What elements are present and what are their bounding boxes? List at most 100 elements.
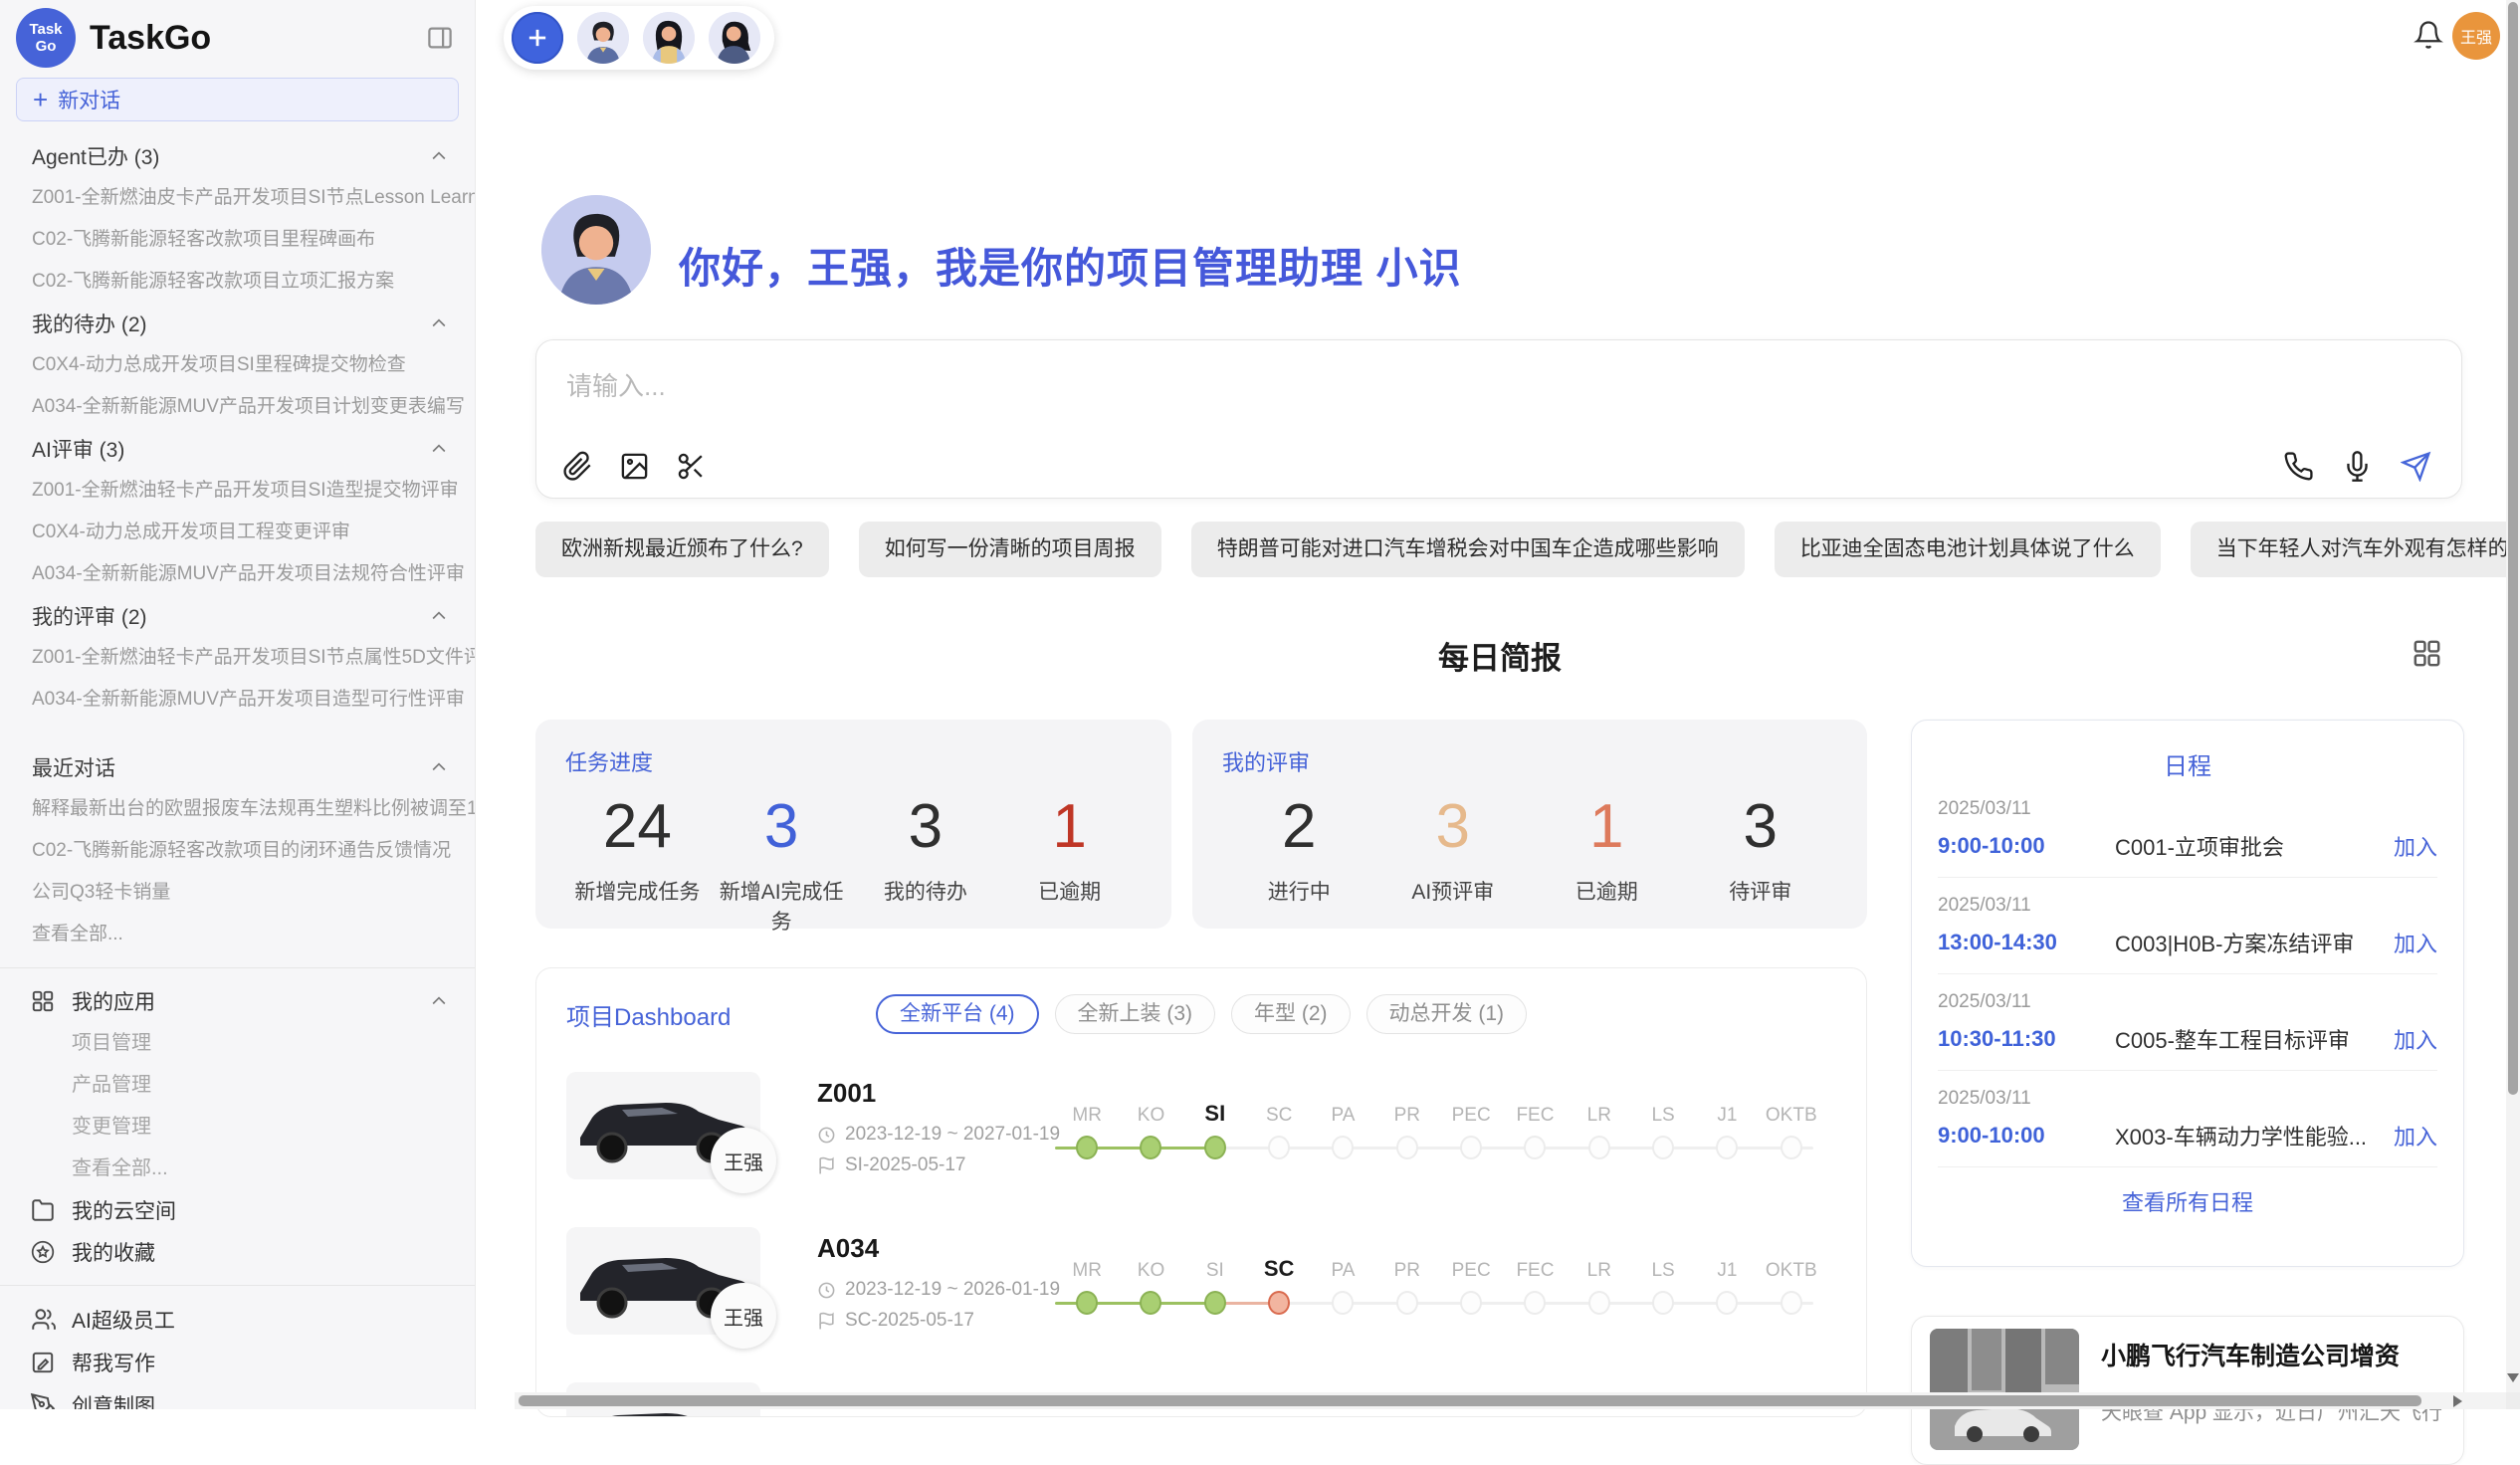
horizontal-scrollbar-thumb[interactable] <box>519 1395 2421 1406</box>
chevron-up-icon[interactable] <box>429 991 449 1011</box>
milestone-label: LR <box>1568 1096 1631 1127</box>
sidebar-item-cloud-space[interactable]: 我的云空间 <box>0 1189 475 1231</box>
metrics: 24新增完成任务 3新增AI完成任务 3我的待办 1已逾期 <box>565 791 1142 936</box>
chat-input[interactable] <box>564 364 2414 408</box>
sidebar-collapse-icon[interactable] <box>425 23 455 53</box>
sidebar-item-product-mgmt[interactable]: 产品管理 <box>0 1064 475 1106</box>
send-icon[interactable] <box>2401 451 2431 482</box>
sidebar-item[interactable]: C02-飞腾新能源轻客改款项目里程碑画布 <box>0 219 475 261</box>
metric-label: 我的待办 <box>854 876 998 906</box>
section-agent-done[interactable]: Agent已办 (3) <box>0 135 475 177</box>
milestone-node <box>1524 1136 1546 1159</box>
sidebar-item-creative-draw[interactable]: 创意制图 <box>0 1383 475 1409</box>
suggestion-chips: 欧洲新规最近颁布了什么? 如何写一份清晰的项目周报 特朗普可能对进口汽车增税会对… <box>535 522 2476 577</box>
sidebar-item[interactable]: A034-全新新能源MUV产品开发项目法规符合性评审 <box>0 553 475 595</box>
new-chat-button[interactable]: + 新对话 <box>16 78 459 121</box>
clock-icon <box>817 1281 836 1300</box>
sidebar-item-view-all-apps[interactable]: 查看全部... <box>0 1148 475 1189</box>
avatar[interactable] <box>577 12 629 64</box>
chevron-up-icon[interactable] <box>429 439 449 459</box>
project-row[interactable]: 王强 A034 2023-12-19 ~ 2026-01-19 SC-2025-… <box>566 1227 1836 1347</box>
chevron-up-icon[interactable] <box>429 146 449 166</box>
sidebar-item[interactable]: 查看全部... <box>0 914 475 955</box>
section-my-review[interactable]: 我的评审 (2) <box>0 595 475 637</box>
vertical-scrollbar-track[interactable] <box>2506 0 2520 1409</box>
mic-icon[interactable] <box>2342 451 2373 482</box>
add-agent-button[interactable] <box>512 12 563 64</box>
suggestion-chip[interactable]: 欧洲新规最近颁布了什么? <box>535 522 829 577</box>
milestone-LR: LR <box>1568 1251 1631 1315</box>
sidebar-item-help-write[interactable]: 帮我写作 <box>0 1341 475 1383</box>
schedule-event: 2025/03/11 9:00-10:00 C001-立项审批会 加入 <box>1938 781 2437 878</box>
vertical-scrollbar-thumb[interactable] <box>2508 2 2518 1095</box>
sidebar-item-project-mgmt[interactable]: 项目管理 <box>0 1022 475 1064</box>
sidebar-item[interactable]: Z001-全新燃油皮卡产品开发项目SI节点Lesson Learn报告 <box>0 177 475 219</box>
sidebar-item-change-mgmt[interactable]: 变更管理 <box>0 1106 475 1148</box>
horizontal-scrollbar-track[interactable] <box>515 1392 2506 1409</box>
tab-year-model[interactable]: 年型 (2) <box>1231 994 1351 1034</box>
sidebar-header: Task Go TaskGo <box>0 0 475 76</box>
sidebar-item[interactable]: 解释最新出台的欧盟报废车法规再生塑料比例被调至15%... <box>0 788 475 830</box>
schedule-title: 日程 <box>1938 746 2437 781</box>
suggestion-chip[interactable]: 当下年轻人对汽车外观有怎样的喜好趋势 <box>2191 522 2520 577</box>
sidebar-item[interactable]: A034-全新新能源MUV产品开发项目造型可行性评审 <box>0 679 475 721</box>
project-row[interactable]: 王强 Z001 2023-12-19 ~ 2027-01-19 SI-2025-… <box>566 1072 1836 1191</box>
scroll-right-arrow-icon[interactable] <box>2453 1395 2462 1407</box>
suggestion-chip[interactable]: 特朗普可能对进口汽车增税会对中国车企造成哪些影响 <box>1191 522 1745 577</box>
sidebar-item[interactable]: C02-飞腾新能源轻客改款项目立项汇报方案 <box>0 261 475 303</box>
avatar[interactable] <box>643 12 695 64</box>
milestone-label: KO <box>1119 1096 1182 1127</box>
scissors-icon[interactable] <box>676 451 707 482</box>
milestone-MR: MR <box>1055 1096 1119 1159</box>
tab-new-body[interactable]: 全新上装 (3) <box>1055 994 1216 1034</box>
bell-icon[interactable] <box>2414 20 2443 50</box>
sidebar-item-favorites[interactable]: 我的收藏 <box>0 1231 475 1273</box>
milestone-J1: J1 <box>1695 1096 1759 1159</box>
suggestion-chip[interactable]: 比亚迪全固态电池计划具体说了什么 <box>1775 522 2161 577</box>
chevron-up-icon[interactable] <box>429 314 449 333</box>
paperclip-icon[interactable] <box>562 451 593 482</box>
sidebar-item-my-apps[interactable]: 我的应用 <box>0 980 475 1022</box>
suggestion-chip[interactable]: 如何写一份清晰的项目周报 <box>859 522 1161 577</box>
sidebar-item[interactable]: C0X4-动力总成开发项目工程变更评审 <box>0 512 475 553</box>
sidebar-item[interactable]: Z001-全新燃油轻卡产品开发项目SI造型提交物评审 <box>0 470 475 512</box>
sidebar-item-ai-staff[interactable]: AI超级员工 <box>0 1298 475 1341</box>
join-link[interactable]: 加入 <box>2394 1023 2437 1055</box>
join-link[interactable]: 加入 <box>2394 830 2437 862</box>
join-link[interactable]: 加入 <box>2394 1120 2437 1151</box>
sidebar-item[interactable]: C02-飞腾新能源轻客改款项目的闭环通告反馈情况 <box>0 830 475 872</box>
sidebar-item[interactable]: A034-全新新能源MUV产品开发项目计划变更表编写 <box>0 386 475 428</box>
user-avatar[interactable]: 王强 <box>2452 12 2500 60</box>
section-recent-chats[interactable]: 最近对话 <box>0 746 475 788</box>
tab-new-platform[interactable]: 全新平台 (4) <box>876 994 1039 1034</box>
section-ai-review[interactable]: AI评审 (3) <box>0 428 475 470</box>
avatar[interactable] <box>709 12 760 64</box>
menu-label: 帮我写作 <box>72 1348 155 1377</box>
phone-icon[interactable] <box>2283 451 2314 482</box>
milestone-FEC: FEC <box>1503 1096 1567 1159</box>
date-range: 2023-12-19 ~ 2027-01-19 <box>845 1124 1060 1146</box>
scroll-down-arrow-icon[interactable] <box>2507 1373 2519 1382</box>
sidebar-item[interactable]: 公司Q3轻卡销量 <box>0 872 475 914</box>
join-link[interactable]: 加入 <box>2394 927 2437 958</box>
tab-powertrain[interactable]: 动总开发 (1) <box>1366 994 1528 1034</box>
metric-value: 1 <box>1530 791 1684 862</box>
chevron-up-icon[interactable] <box>429 606 449 626</box>
news-card[interactable]: 小鹏飞行汽车制造公司增资 天眼查 App 显示，近日广州汇天飞行汽... <box>1911 1316 2464 1465</box>
view-all-schedule-link[interactable]: 查看所有日程 <box>1938 1185 2437 1217</box>
grid-layout-icon[interactable] <box>2411 637 2443 670</box>
image-icon[interactable] <box>619 451 650 482</box>
sidebar-item[interactable]: C0X4-动力总成开发项目SI里程碑提交物检查 <box>0 344 475 386</box>
event-time: 13:00-14:30 <box>1938 930 2115 955</box>
milestone-node <box>1652 1136 1674 1159</box>
milestone-SC: SC <box>1247 1251 1311 1315</box>
section-title: 我的待办 (2) <box>32 309 147 338</box>
chevron-up-icon[interactable] <box>429 757 449 777</box>
sidebar-item[interactable]: Z001-全新燃油轻卡产品开发项目SI节点属性5D文件评审 <box>0 637 475 679</box>
milestone-KO: KO <box>1119 1251 1182 1315</box>
project-dashboard-card: 项目Dashboard 全新平台 (4) 全新上装 (3) 年型 (2) 动总开… <box>535 967 1867 1417</box>
section-my-todo[interactable]: 我的待办 (2) <box>0 303 475 344</box>
metric: 3待评审 <box>1684 791 1838 906</box>
metric: 3新增AI完成任务 <box>710 791 854 936</box>
menu-label: 我的收藏 <box>72 1237 155 1267</box>
